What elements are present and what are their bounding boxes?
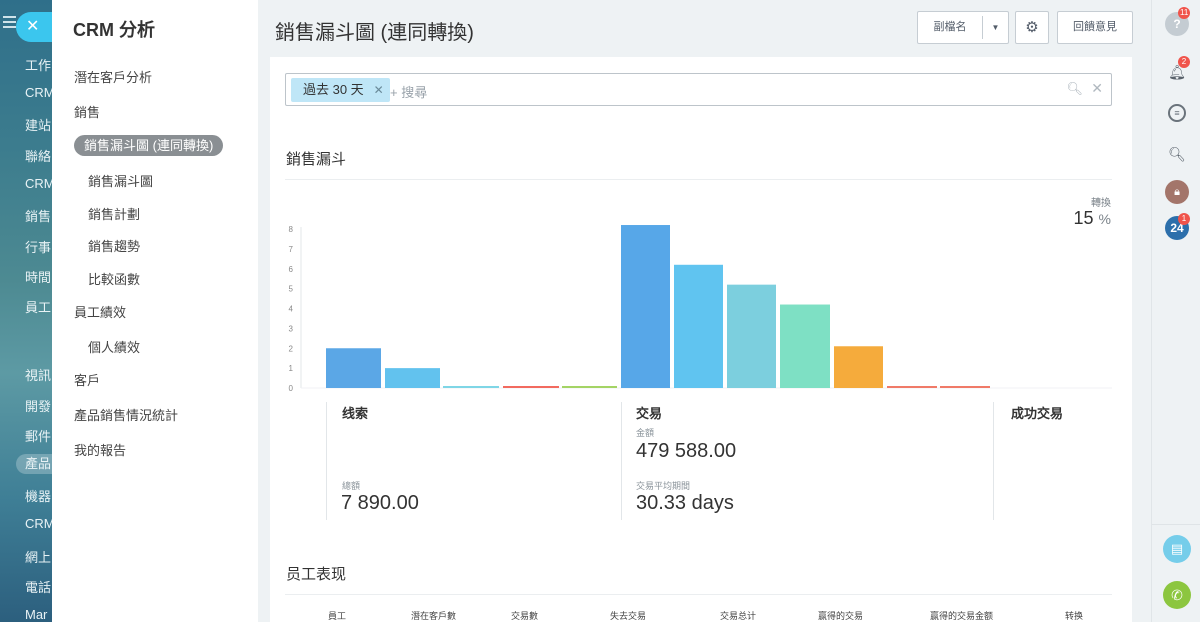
left-strip-item[interactable]: 郵件 — [25, 426, 52, 445]
nav-title: CRM 分析 — [73, 20, 155, 40]
funnel-bar[interactable] — [674, 264, 723, 388]
nav-item-my-reports[interactable]: 我的報告 — [74, 440, 126, 459]
divider — [285, 594, 1112, 595]
document-icon[interactable]: ▤ — [1163, 535, 1191, 563]
left-strip-item[interactable]: CRM — [25, 176, 52, 191]
leads-title: 线索 — [342, 406, 369, 421]
stat-column-divider — [621, 402, 622, 520]
funnel-bar[interactable] — [385, 368, 440, 388]
left-strip-item[interactable]: 員工 — [25, 297, 52, 316]
leads-total-label: 總額 — [342, 481, 361, 491]
funnel-bar[interactable] — [887, 386, 937, 388]
stat-column-divider — [993, 402, 994, 520]
funnel-bar[interactable] — [443, 386, 499, 388]
y-tick-label: 7 — [289, 245, 294, 254]
search-icon[interactable]: 🔍︎ — [1165, 142, 1189, 166]
left-strip-item-active[interactable]: 產品 — [16, 454, 52, 474]
notification-badge: 2 — [1178, 56, 1190, 68]
nav-item-sales-funnel-conversion[interactable]: 銷售漏斗圖 (連同轉換) — [74, 135, 224, 156]
funnel-bar[interactable] — [503, 386, 559, 388]
section-title-employee: 员工表现 — [286, 566, 347, 583]
funnel-bar[interactable] — [727, 284, 776, 388]
deals-amount-value: 479 588.00 — [636, 440, 737, 462]
nav-item-personal-performance[interactable]: 個人績效 — [88, 337, 140, 356]
nav-item-compare[interactable]: 比較函數 — [88, 269, 140, 288]
nav-item-product-sales[interactable]: 產品銷售情況統計 — [74, 405, 178, 424]
extension-label: 副檔名 — [933, 21, 967, 33]
table-header-deals-total[interactable]: 交易总计 — [720, 609, 756, 622]
nav-item-customers[interactable]: 客戶 — [74, 370, 100, 389]
left-strip-item[interactable]: CRM — [25, 516, 52, 531]
left-strip-item[interactable]: 視訊 — [25, 365, 52, 384]
table-header-won-amount[interactable]: 赢得的交易金额 — [930, 609, 993, 622]
left-strip-item[interactable]: 時間 — [25, 267, 52, 286]
table-header-conversion[interactable]: 转换 — [1065, 609, 1083, 622]
gear-icon: ⚙ — [1025, 19, 1039, 36]
left-strip: 工作 CRM 建站 聯絡 CRM 銷售 行事 時間 員工 視訊 開發 郵件 產品… — [0, 0, 52, 622]
nav-item-sales-trend[interactable]: 銷售趨勢 — [88, 236, 140, 255]
analytics-nav: CRM 分析 潛在客戶分析 銷售 銷售漏斗圖 (連同轉換) 銷售漏斗圖 銷售計劃… — [52, 0, 258, 622]
menu-icon[interactable] — [3, 16, 16, 28]
table-header-leads[interactable]: 潛在客戶數 — [411, 609, 456, 622]
left-strip-item[interactable]: Mar — [25, 607, 52, 622]
deals-title: 交易 — [636, 406, 663, 421]
y-tick-label: 3 — [289, 324, 294, 333]
y-tick-label: 8 — [289, 225, 294, 234]
y-tick-label: 0 — [289, 384, 294, 393]
left-strip-item[interactable]: 開發 — [25, 396, 52, 415]
left-strip-item[interactable]: 建站 — [25, 115, 52, 134]
lock-icon[interactable]: 🔒︎ — [1165, 180, 1189, 204]
bitrix24-badge: 1 — [1178, 213, 1190, 225]
deals-avg-period-value: 30.33 days — [636, 492, 734, 514]
phone-icon[interactable]: ✆ — [1163, 581, 1191, 609]
y-tick-label: 1 — [289, 364, 294, 373]
chevron-down-icon: ▼ — [991, 23, 1000, 32]
table-header-employee[interactable]: 員工 — [328, 609, 346, 622]
left-strip-item[interactable]: 機器 — [25, 486, 52, 505]
funnel-bar[interactable] — [940, 386, 990, 388]
nav-item-sales-funnel[interactable]: 銷售漏斗圖 — [88, 171, 153, 190]
settings-button[interactable]: ⚙ — [1015, 11, 1049, 44]
table-header-deals[interactable]: 交易數 — [511, 609, 538, 622]
page-title: 銷售漏斗圖 (連同轉換) — [275, 22, 474, 44]
left-strip-item[interactable]: 行事 — [25, 237, 52, 256]
close-icon: ✕ — [26, 18, 40, 35]
right-toolbar: ? 11 🔔︎ 2 ≡ 🔍︎ 🔒︎ 24 1 ▤ ✆ — [1151, 0, 1200, 622]
divider — [1152, 524, 1200, 525]
report-card: 過去 30 天 ✕ + 搜尋 🔍︎ ✕ 銷售漏斗 轉換 15 % 0123456… — [270, 57, 1132, 622]
app-root: 工作 CRM 建站 聯絡 CRM 銷售 行事 時間 員工 視訊 開發 郵件 產品… — [0, 0, 1200, 622]
funnel-bar[interactable] — [562, 386, 617, 388]
y-tick-label: 5 — [289, 285, 294, 294]
left-strip-item[interactable]: 聯絡 — [25, 146, 52, 165]
nav-item-leads[interactable]: 潛在客戶分析 — [74, 67, 152, 86]
y-tick-label: 4 — [289, 305, 294, 314]
y-tick-label: 6 — [289, 265, 294, 274]
table-header-lost[interactable]: 失去交易 — [610, 609, 646, 622]
deals-avg-period-label: 交易平均期間 — [636, 481, 691, 491]
nav-item-employee-performance[interactable]: 員工績效 — [74, 302, 126, 321]
left-strip-item[interactable]: 銷售 — [25, 206, 52, 225]
help-badge: 11 — [1178, 7, 1191, 19]
deals-amount-label: 金額 — [636, 428, 655, 438]
y-tick-label: 2 — [289, 344, 294, 353]
funnel-bar[interactable] — [834, 346, 883, 388]
nav-item-sales-plan[interactable]: 銷售計劃 — [88, 204, 140, 223]
left-strip-item[interactable]: 電話 — [25, 577, 52, 596]
feedback-button[interactable]: 回饋意見 — [1057, 11, 1133, 44]
close-slider-button[interactable]: ✕ — [16, 12, 52, 42]
leads-total-value: 7 890.00 — [341, 492, 419, 514]
extension-dropdown-button[interactable]: 副檔名 ▼ — [917, 11, 1009, 44]
won-deals-title: 成功交易 — [1011, 406, 1064, 421]
funnel-bar[interactable] — [326, 348, 381, 388]
funnel-bar[interactable] — [621, 225, 670, 388]
nav-item-sales[interactable]: 銷售 — [74, 102, 100, 121]
chat-icon[interactable]: ≡ — [1168, 104, 1186, 122]
stat-column-divider — [326, 402, 327, 520]
left-strip-item[interactable]: 工作 — [25, 55, 52, 74]
left-strip-item[interactable]: CRM — [25, 85, 52, 100]
funnel-bar-chart: 0 1 2 3 4 5 6 7 8 — [289, 225, 1112, 393]
table-header-won-deals[interactable]: 赢得的交易 — [818, 609, 863, 622]
left-strip-item[interactable]: 網上 — [25, 547, 52, 566]
funnel-bar[interactable] — [780, 304, 830, 388]
